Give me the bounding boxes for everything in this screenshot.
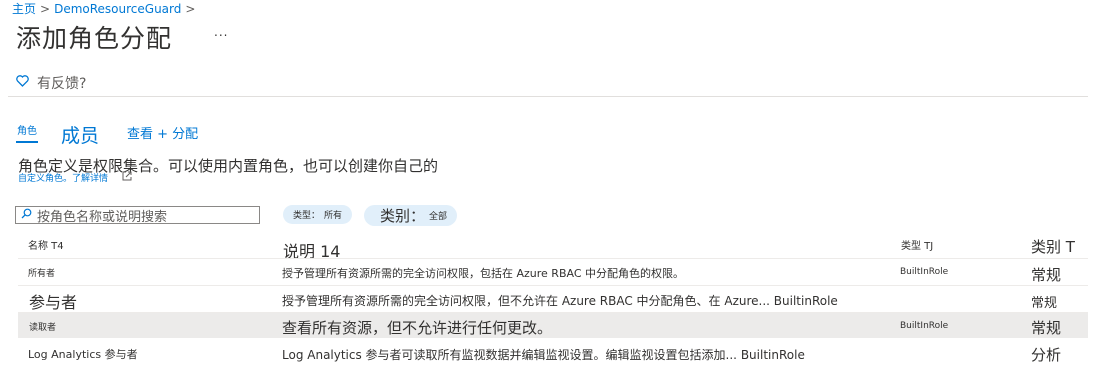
row-description: 授予管理所有资源所需的完全访问权限，但不允许在 Azure RBAC 中分配角色… <box>282 294 838 308</box>
learn-more-link[interactable]: 自定义角色。了解详情 <box>18 171 132 184</box>
category-filter-value: 全部 <box>429 212 448 222</box>
column-header-name[interactable]: 名称 T4 <box>28 237 64 252</box>
row-name[interactable]: Log Analytics 参与者 <box>28 346 138 362</box>
breadcrumb-separator: > <box>185 2 196 16</box>
tab-members[interactable]: 成员 <box>61 121 99 148</box>
row-category: 常规 <box>1031 319 1062 337</box>
row-description: Log Analytics 参与者可读取所有监视数据并编辑监视设置。编辑监视设置… <box>282 348 805 362</box>
tab-review-assign[interactable]: 查看 + 分配 <box>127 123 198 142</box>
row-category: 常规 <box>1031 296 1058 311</box>
breadcrumb-separator: > <box>40 2 51 16</box>
category-filter-pill[interactable]: 类别： 全部 <box>364 205 458 226</box>
row-type: BuiltInRole <box>900 267 949 277</box>
tab-roles-selected-indicator <box>16 141 38 143</box>
search-icon <box>21 208 32 223</box>
search-placeholder: 按角色名称或说明搜索 <box>37 209 168 225</box>
row-name[interactable]: 参与者 <box>29 289 77 313</box>
feedback-link[interactable]: 有反馈? <box>16 73 86 93</box>
feedback-label: 有反馈? <box>37 76 87 92</box>
learn-more-label: 自定义角色。了解详情 <box>18 174 109 184</box>
more-actions-button[interactable]: ... <box>214 25 228 39</box>
row-category: 分析 <box>1031 346 1062 364</box>
tab-roles[interactable]: 角色 <box>17 122 37 137</box>
row-name[interactable]: 所有者 <box>28 266 55 279</box>
row-description: 查看所有资源，但不允许进行任何更改。 <box>282 319 553 337</box>
column-header-category[interactable]: 类别 T <box>1031 236 1075 257</box>
row-type: BuiltInRole <box>900 321 949 331</box>
breadcrumb: 主页 > DemoResourceGuard > <box>12 0 199 17</box>
page-title: 添加角色分配 <box>16 24 173 53</box>
breadcrumb-home-link[interactable]: 主页 <box>12 2 36 16</box>
row-name[interactable]: 读取者 <box>29 320 56 333</box>
type-filter-pill[interactable]: 类型： 所有 <box>283 205 353 224</box>
category-filter-key: 类别： <box>380 207 426 225</box>
type-filter-key: 类型： <box>293 211 321 221</box>
column-header-type[interactable]: 类型 TJ <box>901 237 933 252</box>
header-divider <box>8 96 1088 97</box>
row-category: 常规 <box>1031 266 1062 284</box>
external-link-icon <box>122 171 132 184</box>
role-search-input[interactable]: 按角色名称或说明搜索 <box>15 206 260 225</box>
breadcrumb-resource-link[interactable]: DemoResourceGuard <box>54 2 181 16</box>
heart-icon <box>16 75 29 91</box>
row-description: 授予管理所有资源所需的完全访问权限，包括在 Azure RBAC 中分配角色的权… <box>282 267 685 280</box>
type-filter-value: 所有 <box>324 211 343 221</box>
